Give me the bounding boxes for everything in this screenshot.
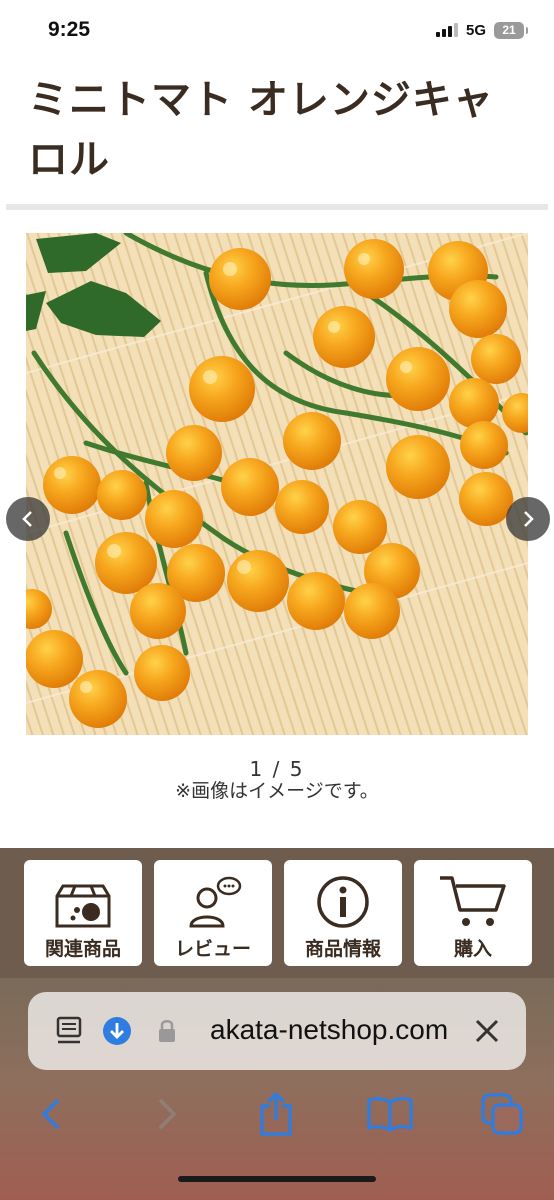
next-image-button[interactable] — [506, 497, 550, 541]
review-person-icon — [183, 870, 243, 932]
product-title: ミニトマト オレンジキャロル — [28, 77, 494, 183]
reader-icon[interactable] — [56, 1016, 84, 1046]
bottom-menu: 関連商品 レビュー 商品情報 購入 — [0, 848, 554, 978]
status-time: 9:25 — [48, 18, 91, 41]
download-icon[interactable] — [102, 1016, 132, 1046]
product-info-button[interactable]: 商品情報 — [284, 860, 402, 966]
battery-level: 21 — [502, 23, 516, 37]
forward-arrow-icon — [158, 1098, 177, 1130]
menu-label: 購入 — [453, 938, 492, 960]
tabs-button[interactable] — [480, 1088, 524, 1140]
close-icon[interactable] — [474, 1018, 500, 1044]
image-caption: ※画像はイメージです。 — [175, 780, 379, 802]
share-button[interactable] — [254, 1088, 298, 1140]
status-bar: 9:25 5G 21 — [0, 0, 554, 60]
info-icon — [313, 870, 373, 932]
address-bar[interactable]: akata-netshop.com — [28, 992, 526, 1070]
related-products-button[interactable]: 関連商品 — [24, 860, 142, 966]
book-icon — [367, 1097, 413, 1132]
title-divider — [6, 204, 548, 210]
cherry-tomato-photo — [26, 233, 528, 735]
lock-icon — [159, 1020, 175, 1042]
tabs-icon — [481, 1093, 523, 1135]
cart-icon — [438, 870, 508, 932]
menu-label: 商品情報 — [304, 938, 381, 960]
menu-label: レビュー — [174, 938, 251, 960]
product-image[interactable] — [26, 233, 528, 735]
signal-icon — [435, 23, 458, 37]
url-text: akata-netshop.com — [210, 1014, 449, 1045]
menu-label: 関連商品 — [44, 938, 121, 960]
bookmarks-button[interactable] — [366, 1088, 414, 1140]
back-button[interactable] — [34, 1088, 68, 1140]
forward-button[interactable] — [150, 1088, 184, 1140]
home-indicator[interactable] — [178, 1176, 376, 1182]
purchase-button[interactable]: 購入 — [414, 860, 532, 966]
network-type: 5G — [465, 21, 486, 39]
chevron-left-icon — [22, 511, 32, 527]
browser-nav — [0, 1088, 554, 1148]
browser-toolbar: akata-netshop.com — [0, 978, 554, 1200]
box-icon — [53, 870, 113, 932]
status-indicators: 5G 21 — [435, 21, 528, 39]
back-arrow-icon — [41, 1098, 60, 1130]
previous-image-button[interactable] — [6, 497, 50, 541]
reviews-button[interactable]: レビュー — [154, 860, 272, 966]
battery-icon: 21 — [494, 21, 528, 39]
chevron-right-icon — [524, 511, 534, 527]
share-icon — [260, 1092, 292, 1136]
